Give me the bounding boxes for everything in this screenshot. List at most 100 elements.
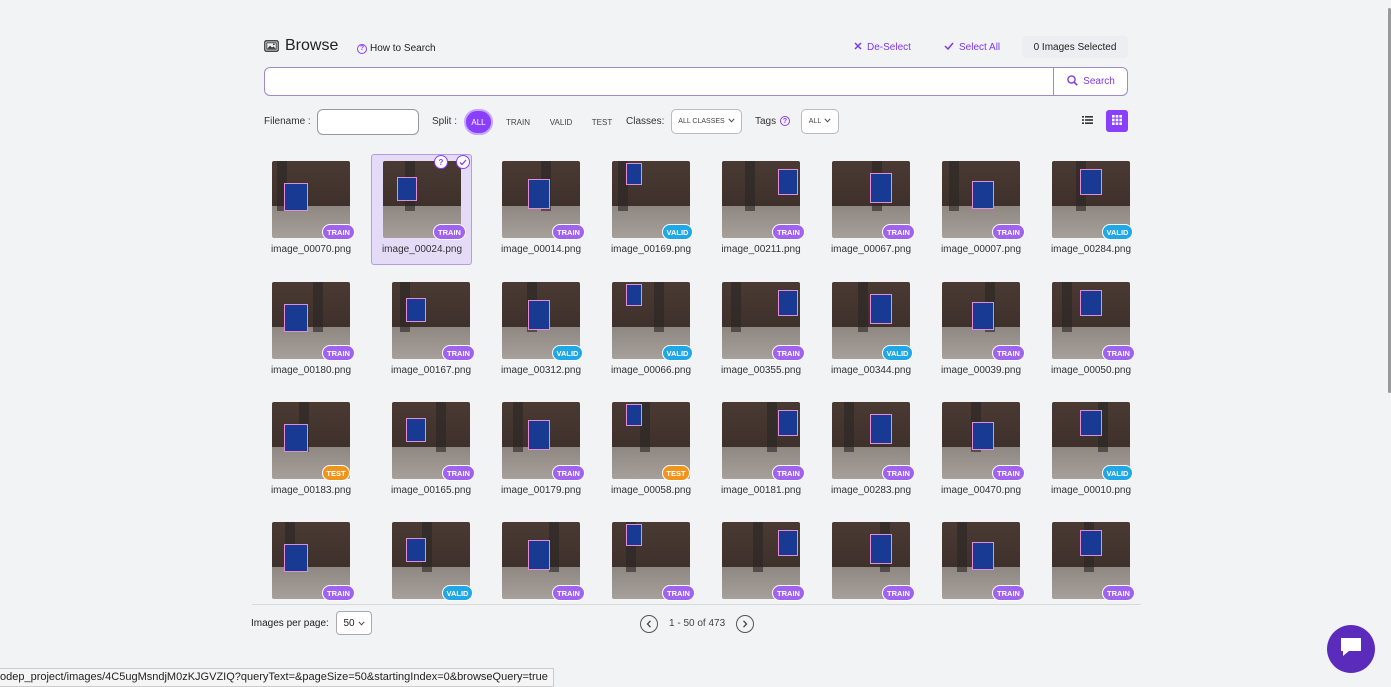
question-circle-icon[interactable]: ? <box>780 116 790 126</box>
image-card[interactable]: TRAIN image_00179.png <box>482 392 585 502</box>
image-card[interactable]: TRAIN image_00181.png <box>702 392 805 502</box>
image-card[interactable]: TRAIN image_00014.png <box>482 151 585 261</box>
images-per-page-value: 50 <box>343 617 355 629</box>
filename-input[interactable] <box>317 109 419 135</box>
search-bar: Search <box>264 67 1128 96</box>
split-test-pill[interactable]: TEST <box>586 109 618 135</box>
image-card[interactable]: VALID image_00010.png <box>1032 392 1133 502</box>
image-card[interactable]: TRAIN <box>482 512 585 602</box>
thumbnail-leg <box>313 282 323 332</box>
tags-dropdown-value: ALL <box>808 118 822 125</box>
split-all-pill[interactable]: ALL <box>464 109 493 135</box>
how-to-search-link[interactable]: ? How to Search <box>357 43 436 54</box>
annotation-bbox <box>528 540 550 570</box>
split-badge: VALID <box>442 585 473 601</box>
chevron-left-icon <box>646 615 652 633</box>
split-badge: TRAIN <box>552 585 585 601</box>
split-badge: TRAIN <box>322 585 355 601</box>
image-card[interactable]: VALID image_00312.png <box>482 272 583 382</box>
image-card[interactable]: TRAIN <box>252 512 355 602</box>
image-card[interactable]: TRAIN image_00283.png <box>812 392 915 502</box>
image-card[interactable]: TRAIN image_00167.png <box>372 272 475 382</box>
image-card[interactable]: TRAIN image_00180.png <box>252 272 355 382</box>
thumbnail-leg <box>858 282 868 332</box>
split-badge: TRAIN <box>772 465 805 481</box>
image-card[interactable]: TRAIN <box>592 512 695 602</box>
image-card[interactable]: TRAIN image_00165.png <box>372 392 475 502</box>
page-scrollbar[interactable] <box>1387 0 1391 687</box>
image-card[interactable]: TRAIN <box>922 512 1025 602</box>
image-select-checkbox[interactable] <box>456 155 470 169</box>
annotation-bbox <box>626 284 642 306</box>
next-page-button[interactable] <box>736 615 754 633</box>
classes-dropdown[interactable]: ALL CLASSES <box>671 109 742 134</box>
image-card[interactable]: TRAIN image_00070.png <box>252 151 355 261</box>
annotation-bbox <box>1080 169 1102 195</box>
image-card[interactable]: VALID image_00344.png <box>812 272 913 382</box>
annotation-bbox <box>528 420 550 450</box>
browse-header: Browse ? How to Search De-Select Select … <box>264 36 1128 60</box>
grid-view-button[interactable] <box>1106 110 1128 132</box>
check-icon <box>459 153 467 171</box>
split-train-pill[interactable]: TRAIN <box>501 109 535 135</box>
image-card[interactable]: TRAIN image_00067.png <box>812 151 915 261</box>
image-card[interactable]: TRAIN <box>1032 512 1135 602</box>
split-badge: TRAIN <box>992 224 1025 240</box>
search-input[interactable] <box>265 68 1053 95</box>
deselect-button[interactable]: De-Select <box>854 42 911 53</box>
chevron-down-icon <box>357 618 365 629</box>
image-card[interactable]: TEST image_00058.png <box>592 392 692 502</box>
filename-label: Filename : <box>264 116 311 127</box>
tags-label: Tags <box>755 116 777 127</box>
image-card[interactable]: TRAIN image_00470.png <box>922 392 1025 502</box>
images-per-page-dropdown[interactable]: 50 <box>336 611 372 635</box>
image-card[interactable]: TRAIN image_00211.png <box>702 151 805 261</box>
annotation-bbox <box>528 179 550 209</box>
image-card[interactable]: TRAIN <box>702 512 805 602</box>
image-card[interactable]: TRAIN <box>812 512 915 602</box>
chevron-right-icon <box>742 615 748 633</box>
chat-bubble-icon <box>1339 636 1363 663</box>
prev-page-button[interactable] <box>640 615 658 633</box>
deselect-label: De-Select <box>867 42 911 53</box>
chat-widget-button[interactable] <box>1327 625 1375 673</box>
annotation-bbox <box>972 422 994 450</box>
split-badge: TRAIN <box>772 224 805 240</box>
thumbnail-wall <box>612 282 690 327</box>
list-view-button[interactable] <box>1082 115 1093 128</box>
thumbnail-leg <box>436 402 446 452</box>
image-card[interactable]: VALID image_00066.png <box>592 272 693 382</box>
image-filename: image_00344.png <box>830 365 912 376</box>
chevron-down-icon <box>728 118 735 125</box>
image-info-button[interactable]: ? <box>434 155 448 169</box>
image-filename: image_00179.png <box>500 485 582 496</box>
split-badge: TRAIN <box>1102 345 1135 361</box>
thumbnail-leg <box>844 402 854 452</box>
image-card[interactable]: TEST image_00183.png <box>252 392 352 502</box>
annotation-bbox <box>626 404 642 426</box>
image-card[interactable]: TRAIN image_00024.png? <box>371 154 472 265</box>
selected-count-badge: 0 Images Selected <box>1022 36 1128 58</box>
image-card[interactable]: VALID <box>372 512 473 602</box>
image-filename: image_00066.png <box>610 365 692 376</box>
annotation-bbox <box>284 544 308 572</box>
split-badge: VALID <box>1102 465 1133 481</box>
annotation-bbox <box>406 418 426 442</box>
image-filename: image_00007.png <box>940 244 1022 255</box>
image-card[interactable]: VALID image_00284.png <box>1032 151 1133 261</box>
search-button[interactable]: Search <box>1053 68 1127 95</box>
annotation-bbox <box>284 424 308 452</box>
page-title: Browse <box>285 37 339 54</box>
split-badge: TRAIN <box>1102 585 1135 601</box>
chevron-down-icon <box>824 118 831 125</box>
image-card[interactable]: TRAIN image_00039.png <box>922 272 1025 382</box>
image-card[interactable]: VALID image_00169.png <box>592 151 693 261</box>
image-filename: image_00312.png <box>500 365 582 376</box>
split-valid-pill[interactable]: VALID <box>544 109 578 135</box>
tags-dropdown[interactable]: ALL <box>801 109 839 134</box>
image-card[interactable]: TRAIN image_00007.png <box>922 151 1025 261</box>
image-filename: image_00010.png <box>1050 485 1132 496</box>
image-card[interactable]: TRAIN image_00050.png <box>1032 272 1135 382</box>
image-card[interactable]: TRAIN image_00355.png <box>702 272 805 382</box>
select-all-button[interactable]: Select All <box>944 42 1000 53</box>
